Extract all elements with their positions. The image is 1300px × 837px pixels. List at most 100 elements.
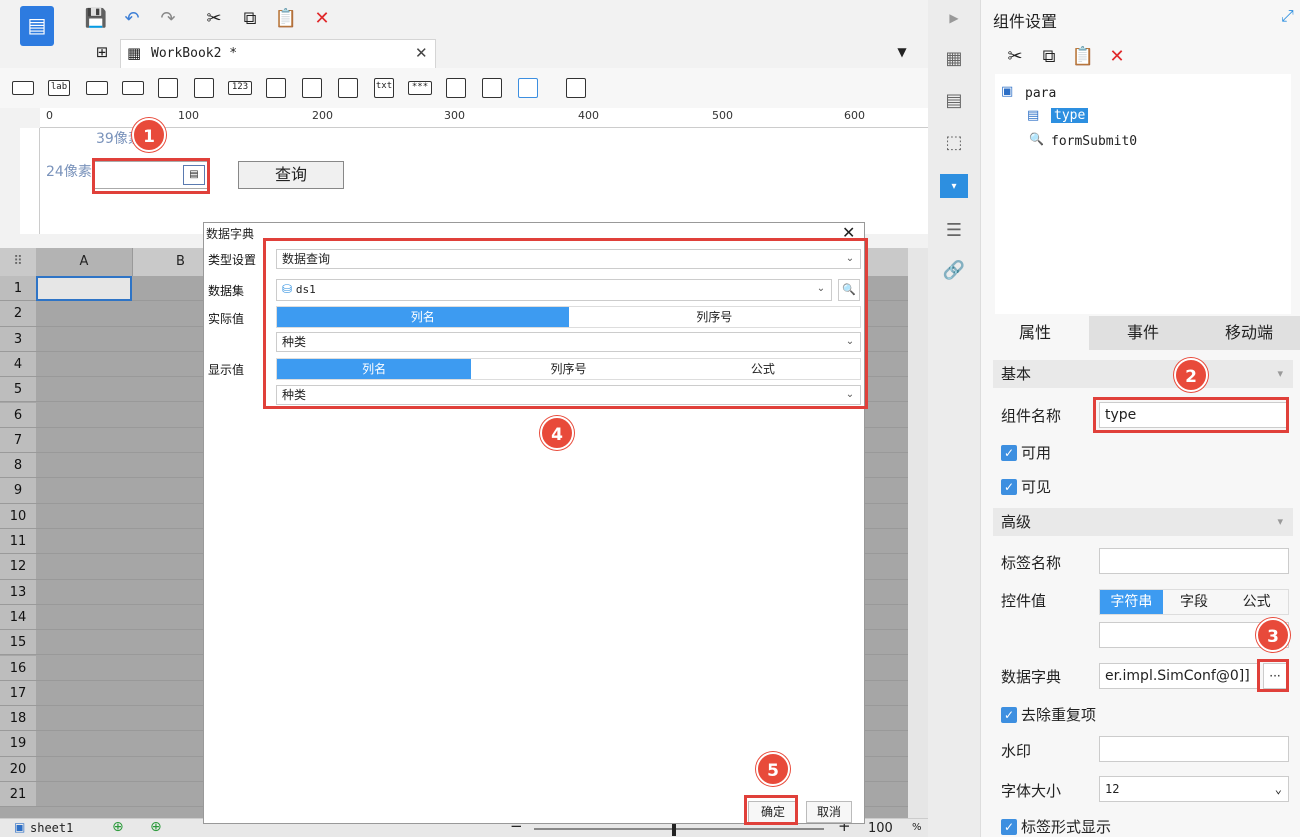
row-header[interactable]: 19 [0, 731, 36, 757]
link-icon[interactable]: 🔗 [942, 258, 966, 282]
file-widget-icon[interactable]: txt [374, 78, 394, 98]
paste-icon[interactable]: 📋 [1071, 44, 1095, 68]
row-header[interactable]: 2 [0, 301, 36, 327]
tag-display-checkbox[interactable]: ✓ 标签形式显示 [1001, 816, 1111, 837]
row-header[interactable]: 8 [0, 453, 36, 479]
watermark-input[interactable] [1099, 736, 1289, 762]
add-sheet-icon[interactable]: ⊕ [112, 819, 124, 835]
row-header[interactable]: 6 [0, 402, 36, 428]
redo-icon[interactable]: ↷ [156, 6, 180, 30]
tag-name-input[interactable] [1099, 548, 1289, 574]
tree-node-formsubmit[interactable]: formSubmit0 [1051, 134, 1137, 149]
row-header[interactable]: 17 [0, 680, 36, 707]
copy-icon[interactable]: ⧉ [238, 6, 262, 30]
chevron-down-icon: ▾ [1277, 515, 1283, 528]
query-button[interactable]: 查询 [238, 161, 344, 189]
cut-icon[interactable]: ✂ [1003, 44, 1027, 68]
dropdown-widget-icon[interactable] [122, 81, 144, 95]
textarea-widget-icon[interactable] [266, 78, 286, 98]
select-all-corner[interactable]: ⠿ [0, 248, 36, 276]
tab-events[interactable]: 事件 [1089, 316, 1197, 350]
font-size-label: 字体大小 [1001, 782, 1062, 800]
row-header[interactable]: 10 [0, 503, 36, 529]
highlight-box-5 [744, 795, 798, 825]
table-tree-widget-icon[interactable] [518, 78, 538, 98]
cv-field-tab[interactable]: 字段 [1163, 590, 1226, 614]
row-header[interactable]: 20 [0, 756, 36, 782]
row-header[interactable]: 15 [0, 630, 36, 656]
check-icon: ✓ [1001, 706, 1017, 723]
form-icon: ▣ [1001, 84, 1014, 99]
row-header[interactable]: 7 [0, 427, 36, 454]
frame-icon[interactable]: ⬚ [942, 130, 966, 154]
close-icon[interactable]: ✕ [415, 44, 428, 62]
widget-info-icon[interactable]: ▤ [942, 88, 966, 112]
row-header[interactable]: 18 [0, 706, 36, 732]
number-widget-icon[interactable]: 123 [228, 81, 252, 95]
zoom-value[interactable]: 100 [868, 821, 893, 836]
visible-checkbox[interactable]: ✓ 可见 [1001, 476, 1051, 497]
undo-icon[interactable]: ↶ [120, 6, 144, 30]
password-widget-icon[interactable]: *** [408, 81, 432, 95]
tab-mobile[interactable]: 移动端 [1197, 316, 1300, 350]
label-widget-icon[interactable] [12, 81, 34, 95]
advanced-section-header[interactable]: 高级 ▾ [993, 508, 1293, 536]
row-header[interactable]: 14 [0, 604, 36, 631]
paste-icon[interactable]: 📋 [274, 6, 298, 30]
vertical-scrollbar[interactable] [908, 248, 928, 818]
enabled-checkbox[interactable]: ✓ 可用 [1001, 442, 1051, 463]
layout-icon[interactable]: ▦ [942, 46, 966, 70]
callout-4: 4 [540, 416, 574, 450]
tree-widget-icon[interactable] [482, 78, 502, 98]
collapse-arrow-icon[interactable]: ▶ [942, 6, 966, 30]
workbook-tab[interactable]: ▦ WorkBook2 * ✕ [120, 39, 436, 68]
row-header[interactable]: 5 [0, 377, 36, 403]
checkbox-group-widget-icon[interactable] [338, 78, 358, 98]
cv-string-tab[interactable]: 字符串 [1100, 590, 1163, 614]
selected-cell-a1[interactable] [36, 276, 132, 301]
zoom-slider[interactable] [534, 822, 824, 836]
row-header[interactable]: 16 [0, 655, 36, 681]
list-widget-icon[interactable] [158, 78, 178, 98]
widget-settings-icon[interactable]: ▾ [940, 174, 968, 198]
radio-group-widget-icon[interactable] [302, 78, 322, 98]
grid-icon[interactable]: ⊞ [92, 42, 112, 62]
row-header[interactable]: 21 [0, 782, 36, 808]
row-header[interactable]: 4 [0, 351, 36, 378]
delete-icon[interactable]: ✕ [1105, 44, 1129, 68]
save-icon[interactable]: 💾 [84, 6, 108, 30]
date-widget-icon[interactable] [194, 78, 214, 98]
row-header[interactable]: 11 [0, 529, 36, 555]
tree-node-type[interactable]: type [1051, 108, 1089, 123]
copy-icon[interactable]: ⧉ [1037, 44, 1061, 68]
logo-icon[interactable]: ▤ [20, 6, 54, 46]
zoom-slider-handle[interactable] [672, 822, 676, 836]
ruler-mark: 100 [178, 109, 199, 122]
tab-properties[interactable]: 属性 [981, 316, 1089, 350]
column-header[interactable]: A [36, 248, 132, 276]
row-header[interactable]: 13 [0, 579, 36, 605]
row-header[interactable]: 3 [0, 326, 36, 352]
checkbox-widget-icon[interactable] [446, 78, 466, 98]
more-widgets-icon[interactable] [566, 78, 586, 98]
font-size-select[interactable]: 12 ⌄ [1099, 776, 1289, 802]
text-label-widget-icon[interactable]: lab [48, 80, 70, 96]
sheet-tab[interactable]: sheet1 [30, 821, 73, 835]
data-dictionary-input[interactable]: er.impl.SimConf@0]] [1099, 663, 1259, 689]
row-header[interactable]: 9 [0, 478, 36, 504]
cancel-button[interactable]: 取消 [806, 801, 852, 823]
tree-node-para[interactable]: para [1025, 86, 1056, 101]
textbox-widget-icon[interactable] [86, 81, 108, 95]
row-header[interactable]: 1 [0, 276, 36, 302]
left-margin-label: 24像素 [46, 164, 92, 180]
expand-icon[interactable]: ⤢ [1281, 6, 1294, 26]
row-header[interactable]: 12 [0, 554, 36, 580]
cv-formula-tab[interactable]: 公式 [1225, 590, 1288, 614]
tab-menu-icon[interactable]: ▼ [892, 42, 912, 62]
list-settings-icon[interactable]: ☰ [942, 218, 966, 242]
add-form-sheet-icon[interactable]: ⊕ [150, 819, 162, 835]
delete-icon[interactable]: ✕ [310, 6, 334, 30]
basic-section-header[interactable]: 基本 ▾ [993, 360, 1293, 388]
dedupe-checkbox[interactable]: ✓ 去除重复项 [1001, 704, 1096, 725]
cut-icon[interactable]: ✂ [202, 6, 226, 30]
